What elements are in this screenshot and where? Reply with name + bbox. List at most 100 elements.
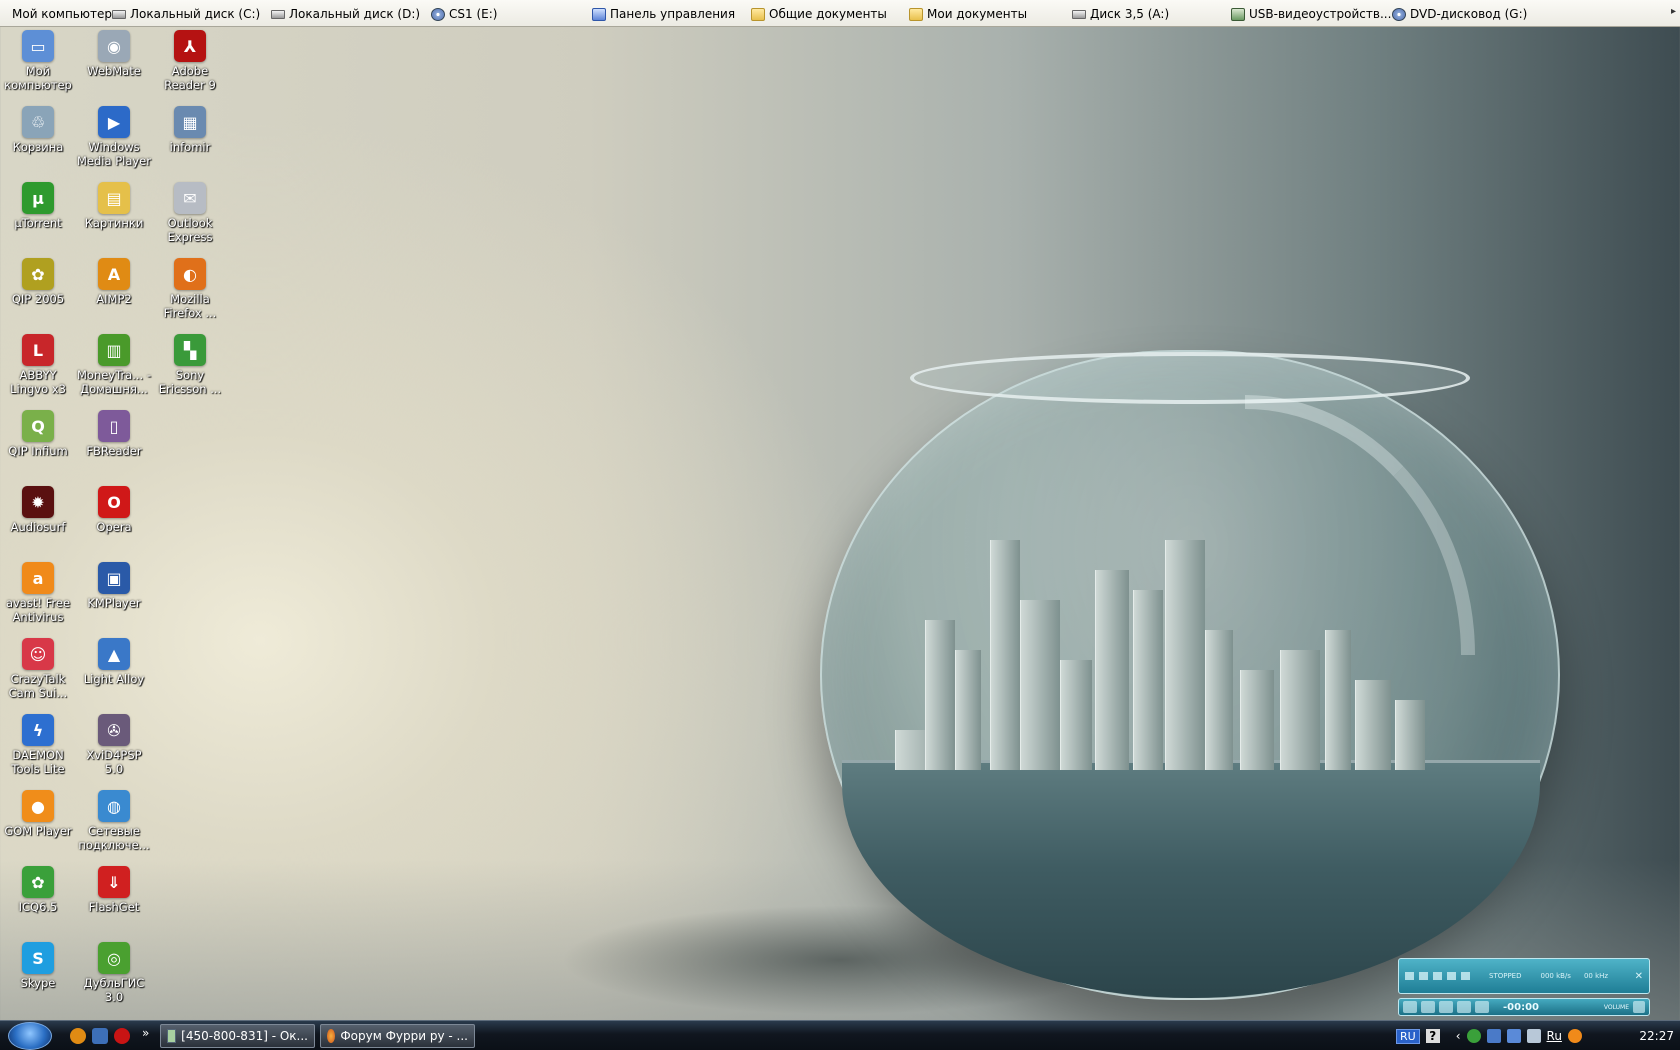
toolbar-item[interactable]: Панель управления	[592, 5, 735, 23]
skyline-building	[955, 650, 981, 770]
settings-icon[interactable]	[1433, 972, 1442, 980]
desktop-shortcut-label: WebMate	[87, 64, 141, 78]
tray-expand-chevron[interactable]: ‹	[1456, 1029, 1461, 1043]
toolbar-item[interactable]: Диск 3,5 (A:)	[1072, 5, 1169, 23]
desktop-shortcut[interactable]: O Opera	[76, 486, 152, 534]
quick-launch-overflow[interactable]: »	[142, 1026, 149, 1040]
desktop-shortcut[interactable]: L ABBYY Lingvo x3	[0, 334, 76, 396]
utorrent-icon: µ	[22, 182, 54, 214]
desktop-shortcut-label: KMPlayer	[87, 596, 141, 610]
gom-player-icon: ●	[22, 790, 54, 822]
desktop-shortcut-label: Sony Ericsson ...	[158, 368, 222, 396]
desktop-shortcut[interactable]: ✇ XviD4PSP 5.0	[76, 714, 152, 776]
language-bar[interactable]: Ru	[1547, 1029, 1562, 1043]
toolbar-item[interactable]: Мои документы	[909, 5, 1027, 23]
network-tray-icon[interactable]	[1486, 1029, 1501, 1043]
player-close-icon[interactable]: ✕	[1635, 971, 1643, 982]
desktop-shortcut[interactable]: ϟ DAEMON Tools Lite	[0, 714, 76, 776]
desktop-shortcut[interactable]: S Skype	[0, 942, 76, 990]
toolbar-item-label: Общие документы	[769, 7, 887, 21]
desktop-shortcut[interactable]: ◉ WebMate	[76, 30, 152, 78]
desktop-shortcut-label: GOM Player	[4, 824, 72, 838]
task-button-firefox[interactable]: Форум Фурри ру - ...	[320, 1024, 475, 1048]
quick-launch-opera-icon[interactable]	[114, 1028, 130, 1044]
desktop-shortcut[interactable]: ⅄ Adobe Reader 9	[152, 30, 228, 92]
toolbar-item-label: CS1 (E:)	[449, 7, 498, 21]
toolbar-item[interactable]: Локальный диск (D:)	[271, 5, 420, 23]
toolbar-item[interactable]: Локальный диск (C:)	[112, 5, 260, 23]
desktop-shortcut[interactable]: ▥ MoneyTra... - Домашня...	[76, 334, 152, 396]
toolbar-item[interactable]: DVD-дисковод (G:)	[1392, 5, 1527, 23]
desktop-shortcut[interactable]: ✹ Audiosurf	[0, 486, 76, 534]
play-icon[interactable]	[1403, 1001, 1417, 1013]
task-button-notepad[interactable]: [450-800-831] - Ок...	[160, 1024, 315, 1048]
desktop-shortcut[interactable]: a avast! Free Antivirus	[0, 562, 76, 624]
quick-launch-media-icon[interactable]	[92, 1028, 108, 1044]
desktop-shortcut[interactable]: µ µTorrent	[0, 182, 76, 230]
notepad-icon	[167, 1029, 177, 1043]
network2-tray-icon[interactable]	[1506, 1029, 1521, 1043]
desktop-shortcut-label: Mozilla Firefox ...	[163, 292, 217, 320]
desktop-shortcut[interactable]: ✿ QIP 2005	[0, 258, 76, 306]
quick-launch-aimp-icon[interactable]	[70, 1028, 86, 1044]
desktop-shortcut[interactable]: ◎ ДубльГИС 3.0	[76, 942, 152, 1004]
toolbar-item-label: USB-видеоустройств...	[1249, 7, 1392, 21]
desktop-shortcut[interactable]: ▚ Sony Ericsson ...	[152, 334, 228, 396]
skyline-building	[1060, 660, 1092, 770]
fbreader-icon: ▯	[98, 410, 130, 442]
desktop-shortcut[interactable]: ◐ Mozilla Firefox ...	[152, 258, 228, 320]
desktop-shortcut[interactable]: ▯ FBReader	[76, 410, 152, 458]
desktop-shortcut[interactable]: ☺ CrazyTalk Cam Sui...	[0, 638, 76, 700]
language-indicator[interactable]: RU	[1396, 1028, 1420, 1044]
firefox-icon	[327, 1029, 336, 1043]
toolbar-item-label: Локальный диск (C:)	[130, 7, 261, 21]
volume-label[interactable]: VOLUME	[1604, 1004, 1629, 1011]
toolbar-item[interactable]: CS1 (E:)	[431, 5, 497, 23]
desktop-shortcut[interactable]: ▤ Картинки	[76, 182, 152, 230]
pause-icon[interactable]	[1421, 1001, 1435, 1013]
eq-icon[interactable]	[1405, 972, 1414, 980]
usb-tray-icon[interactable]	[1526, 1029, 1541, 1043]
desktop-shortcut-label: Opera	[96, 520, 132, 534]
desktop-shortcut[interactable]: ▦ infomir	[152, 106, 228, 154]
2gis-icon: ◎	[98, 942, 130, 974]
desktop-shortcut[interactable]: ▣ KMPlayer	[76, 562, 152, 610]
desktop-shortcut-label: ICQ6.5	[18, 900, 58, 914]
sony-ericsson-icon: ▚	[174, 334, 206, 366]
desktop-shortcut[interactable]: Q QIP Infium	[0, 410, 76, 458]
desktop-shortcut[interactable]: ▶ Windows Media Player	[76, 106, 152, 168]
clock[interactable]: 22:27	[1639, 1029, 1674, 1043]
desktop-shortcut[interactable]: ▭ Мой компьютер	[0, 30, 76, 92]
desktop-shortcut-label: µTorrent	[14, 216, 62, 230]
help-icon[interactable]: ?	[1425, 1029, 1440, 1043]
desktop-shortcut[interactable]: A AIMP2	[76, 258, 152, 306]
avast-tray-icon[interactable]	[1567, 1029, 1582, 1043]
copy-icon[interactable]	[1447, 972, 1456, 980]
desktop-shortcut[interactable]: ⇓ FlashGet	[76, 866, 152, 914]
desktop-shortcut[interactable]: ● GOM Player	[0, 790, 76, 838]
skyline-building	[1095, 570, 1129, 770]
icq-tray-icon[interactable]	[1466, 1029, 1481, 1043]
desktop-shortcut-label: DAEMON Tools Lite	[11, 748, 65, 776]
audiosurf-icon: ✹	[22, 486, 54, 518]
toolbar-item[interactable]: USB-видеоустройств...	[1231, 5, 1391, 23]
desktop-shortcut[interactable]: ◍ Сетевые подключе...	[76, 790, 152, 852]
skyline-building	[1133, 590, 1163, 770]
next-icon[interactable]	[1475, 1001, 1489, 1013]
toolbar-overflow-arrow[interactable]: ▸	[1671, 6, 1676, 17]
toolbar-item[interactable]: Мой компьютер	[12, 5, 112, 23]
playlist-icon[interactable]	[1419, 972, 1428, 980]
desktop-shortcut[interactable]: ✉ Outlook Express	[152, 182, 228, 244]
desktop-shortcut-label: Картинки	[84, 216, 144, 230]
drive-icon	[271, 9, 285, 19]
player-menu-icon[interactable]	[1633, 1001, 1645, 1013]
start-button[interactable]	[8, 1022, 52, 1050]
desktop-shortcut[interactable]: ▲ Light Alloy	[76, 638, 152, 686]
player-bitrate: 000 kB/s	[1540, 972, 1571, 980]
desktop-shortcut[interactable]: ✿ ICQ6.5	[0, 866, 76, 914]
prev-icon[interactable]	[1457, 1001, 1471, 1013]
stop-icon[interactable]	[1439, 1001, 1453, 1013]
toolbar-item[interactable]: Общие документы	[751, 5, 887, 23]
window-icon[interactable]	[1461, 972, 1470, 980]
desktop-shortcut[interactable]: ♲ Корзина	[0, 106, 76, 154]
